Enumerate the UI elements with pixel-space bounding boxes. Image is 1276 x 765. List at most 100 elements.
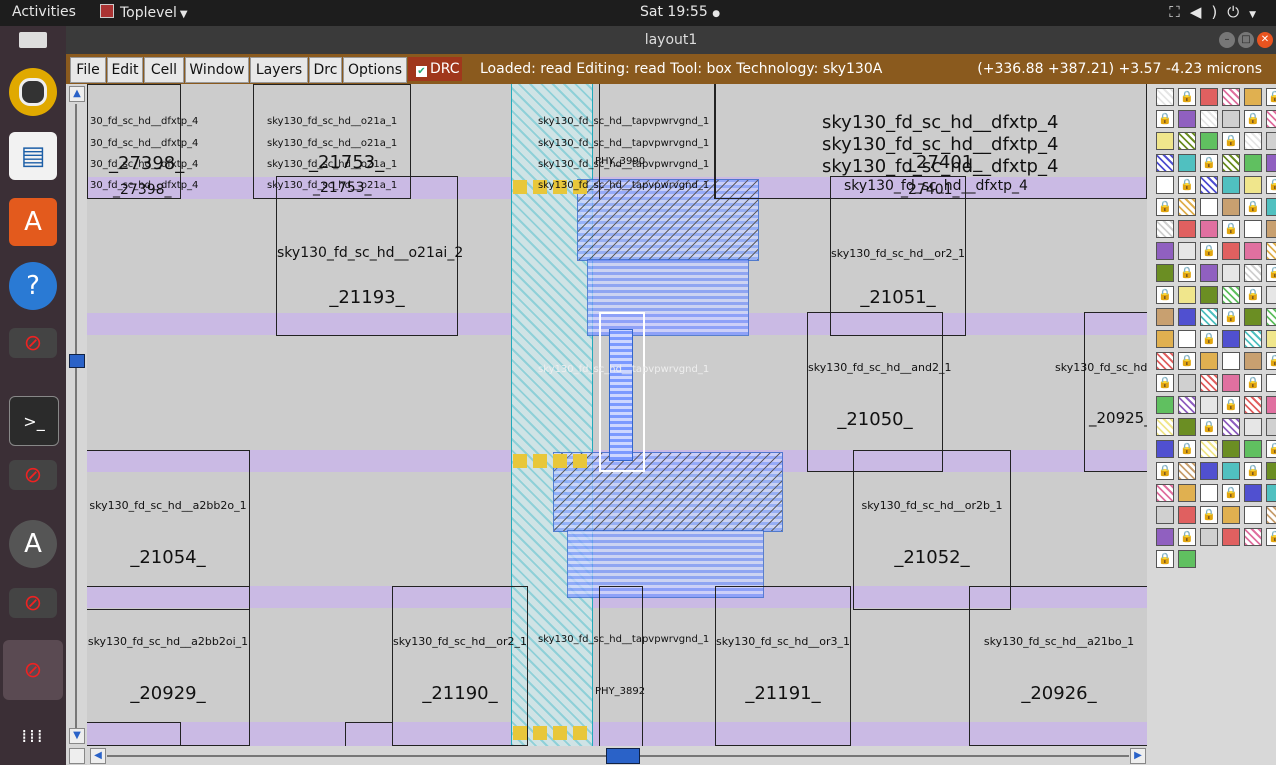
lock-icon[interactable]: 🔒	[1244, 198, 1262, 216]
layer-swatch[interactable]	[1178, 286, 1196, 304]
layer-swatch[interactable]	[1266, 462, 1276, 480]
layer-swatch[interactable]	[1266, 418, 1276, 436]
layer-swatch[interactable]	[1244, 440, 1262, 458]
layer-swatch[interactable]	[1266, 198, 1276, 216]
lock-icon[interactable]: 🔒	[1266, 528, 1276, 546]
lock-icon[interactable]: 🔒	[1178, 176, 1196, 194]
layer-swatch[interactable]	[1178, 110, 1196, 128]
layer-swatch[interactable]	[1222, 88, 1240, 106]
close-icon[interactable]: ✕	[1257, 32, 1273, 48]
layer-swatch[interactable]	[1222, 462, 1240, 480]
lock-icon[interactable]: 🔒	[1222, 484, 1240, 502]
scroll-up-icon[interactable]: ▲	[69, 86, 85, 102]
layer-swatch[interactable]	[1178, 506, 1196, 524]
layer-swatch[interactable]	[1222, 110, 1240, 128]
software-center-icon[interactable]: A	[9, 198, 57, 246]
layer-swatch[interactable]	[1222, 286, 1240, 304]
blocked-app-icon[interactable]: ⊘	[9, 588, 57, 618]
cell-a21bo[interactable]: sky130_fd_sc_hd__a21bo_1 _20926_	[969, 586, 1147, 746]
menu-options[interactable]: Options	[343, 57, 407, 83]
lock-icon[interactable]: 🔒	[1200, 506, 1218, 524]
layer-swatch[interactable]	[1244, 506, 1262, 524]
blocked-app-icon[interactable]: ⊘	[9, 328, 57, 358]
drc-toggle[interactable]: ✔ DRC	[408, 57, 462, 81]
layer-swatch[interactable]	[1200, 176, 1218, 194]
layer-swatch[interactable]	[1266, 484, 1276, 502]
layer-swatch[interactable]	[1200, 484, 1218, 502]
layer-swatch[interactable]	[1222, 352, 1240, 370]
layer-swatch[interactable]	[1222, 528, 1240, 546]
layer-swatch[interactable]	[1178, 550, 1196, 568]
layer-swatch[interactable]	[1178, 418, 1196, 436]
layer-swatch[interactable]	[1156, 264, 1174, 282]
layer-swatch[interactable]	[1266, 154, 1276, 172]
layer-swatch[interactable]	[1266, 330, 1276, 348]
lock-icon[interactable]: 🔒	[1266, 88, 1276, 106]
layer-swatch[interactable]	[1200, 110, 1218, 128]
scroll-right-icon[interactable]: ▶	[1130, 748, 1146, 764]
cell-or2-b[interactable]: sky130_fd_sc_hd__or2_1 _21190_	[392, 586, 528, 746]
layer-swatch[interactable]	[1200, 264, 1218, 282]
lock-icon[interactable]: 🔒	[1178, 352, 1196, 370]
lock-icon[interactable]: 🔒	[1156, 374, 1174, 392]
lock-icon[interactable]: 🔒	[1178, 440, 1196, 458]
layer-swatch[interactable]	[1156, 506, 1174, 524]
menu-layers[interactable]: Layers	[250, 57, 308, 83]
layer-swatch[interactable]	[1244, 528, 1262, 546]
layer-swatch[interactable]	[1178, 462, 1196, 480]
layer-swatch[interactable]	[1178, 484, 1196, 502]
layer-swatch[interactable]	[1178, 396, 1196, 414]
layer-swatch[interactable]	[1156, 220, 1174, 238]
layer-swatch[interactable]	[1222, 506, 1240, 524]
layer-swatch[interactable]	[1156, 352, 1174, 370]
layer-swatch[interactable]	[1156, 132, 1174, 150]
scrollbar-thumb[interactable]	[69, 354, 85, 368]
layer-swatch[interactable]	[1178, 242, 1196, 260]
dock-app-icon[interactable]	[9, 26, 57, 54]
layer-swatch[interactable]	[1200, 440, 1218, 458]
layer-swatch[interactable]	[1222, 440, 1240, 458]
cell-or3[interactable]: sky130_fd_sc_hd__or3_1 _21191_	[715, 586, 851, 746]
help-icon[interactable]: ?	[9, 262, 57, 310]
layer-swatch[interactable]	[1156, 308, 1174, 326]
layer-swatch[interactable]	[1200, 352, 1218, 370]
clock[interactable]: Sat 19:55 ●	[640, 4, 720, 20]
layer-swatch[interactable]	[1178, 374, 1196, 392]
lock-icon[interactable]: 🔒	[1178, 88, 1196, 106]
lock-icon[interactable]: 🔒	[1156, 198, 1174, 216]
lock-icon[interactable]: 🔒	[1200, 242, 1218, 260]
lock-icon[interactable]: 🔒	[1200, 330, 1218, 348]
lock-icon[interactable]: 🔒	[1200, 418, 1218, 436]
layer-swatch[interactable]	[1156, 154, 1174, 172]
lock-icon[interactable]: 🔒	[1244, 462, 1262, 480]
lock-icon[interactable]: 🔒	[1266, 264, 1276, 282]
writer-icon[interactable]: ▤	[9, 132, 57, 180]
layer-swatch[interactable]	[1244, 88, 1262, 106]
layer-swatch[interactable]	[1156, 440, 1174, 458]
layer-swatch[interactable]	[1200, 374, 1218, 392]
cell-tap[interactable]	[599, 84, 715, 199]
layer-swatch[interactable]	[1244, 330, 1262, 348]
scroll-left-icon[interactable]: ◀	[90, 748, 106, 764]
layer-swatch[interactable]	[1222, 374, 1240, 392]
layer-swatch[interactable]	[1266, 286, 1276, 304]
layer-swatch[interactable]	[1156, 242, 1174, 260]
layer-swatch[interactable]	[1178, 330, 1196, 348]
layer-swatch[interactable]	[1156, 418, 1174, 436]
terminal-icon[interactable]: >_	[9, 396, 59, 446]
minimize-icon[interactable]: –	[1219, 32, 1235, 48]
maximize-icon[interactable]: □	[1238, 32, 1254, 48]
lock-icon[interactable]: 🔒	[1222, 396, 1240, 414]
layer-swatch[interactable]	[1156, 396, 1174, 414]
layer-swatch[interactable]	[1266, 396, 1276, 414]
zoom-box-icon[interactable]	[69, 748, 85, 764]
menu-file[interactable]: File	[70, 57, 106, 83]
lock-icon[interactable]: 🔒	[1200, 154, 1218, 172]
lock-icon[interactable]: 🔒	[1244, 110, 1262, 128]
layer-swatch[interactable]	[1178, 198, 1196, 216]
lock-icon[interactable]: 🔒	[1222, 220, 1240, 238]
layer-swatch[interactable]	[1200, 396, 1218, 414]
layer-swatch[interactable]	[1244, 220, 1262, 238]
cell-tap[interactable]	[599, 586, 643, 746]
layer-swatch[interactable]	[1266, 132, 1276, 150]
